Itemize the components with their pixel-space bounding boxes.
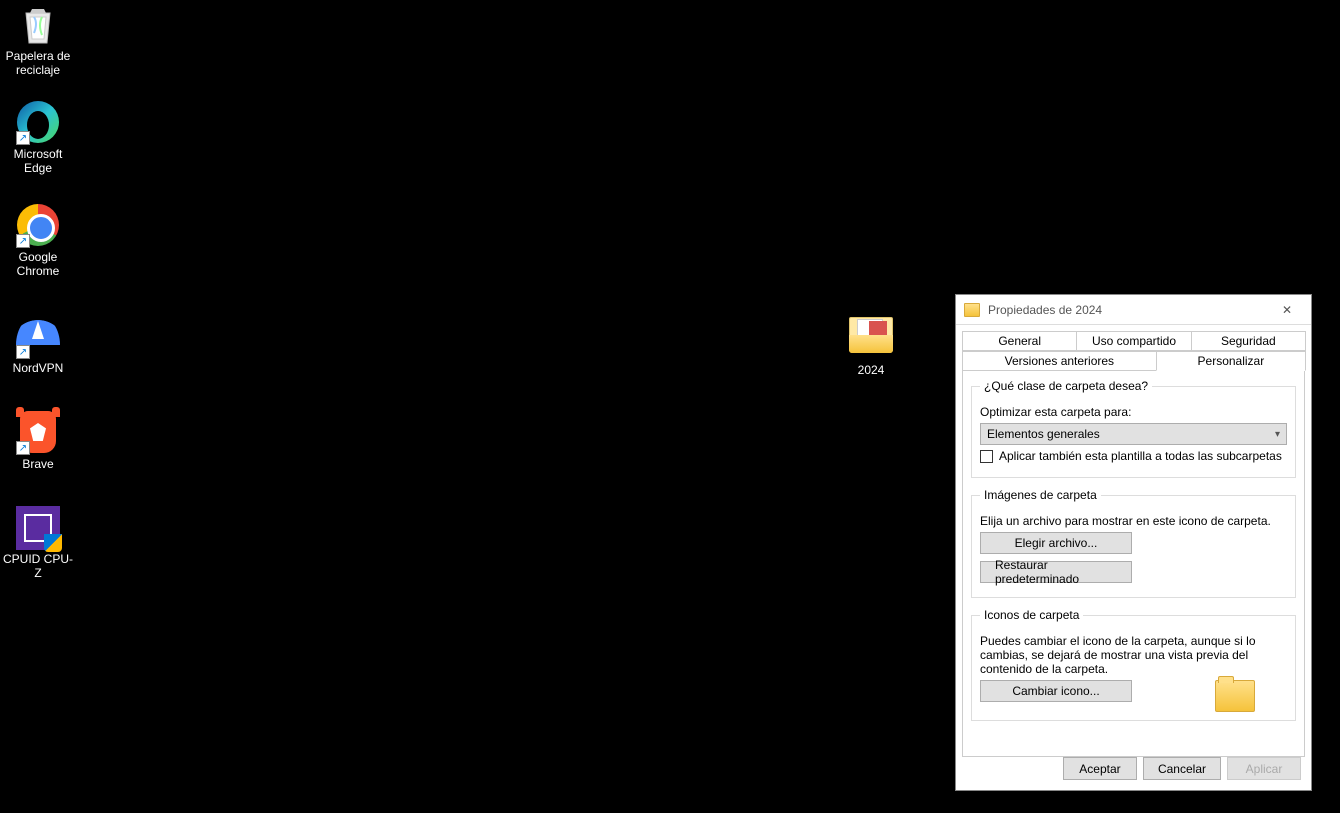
desktop-icon-label: Microsoft Edge <box>0 147 76 175</box>
close-icon: ✕ <box>1282 303 1292 317</box>
group-legend: ¿Qué clase de carpeta desea? <box>980 379 1152 393</box>
cancel-button[interactable]: Cancelar <box>1143 757 1221 780</box>
desktop-icon-label: CPUID CPU-Z <box>0 552 76 580</box>
tab-versiones-anteriores[interactable]: Versiones anteriores <box>962 351 1157 371</box>
cpuz-icon <box>16 506 60 550</box>
chevron-down-icon: ▾ <box>1275 429 1280 440</box>
checkbox-label: Aplicar también esta plantilla a todas l… <box>999 449 1282 463</box>
folder-images-hint: Elija un archivo para mostrar en este ic… <box>980 514 1287 528</box>
edge-icon: ↗ <box>16 101 60 145</box>
choose-file-button[interactable]: Elegir archivo... <box>980 532 1132 554</box>
group-folder-kind: ¿Qué clase de carpeta desea? Optimizar e… <box>971 379 1296 478</box>
desktop-icon-label: Papelera de reciclaje <box>0 49 76 77</box>
chrome-icon: ↗ <box>16 204 60 248</box>
shortcut-arrow-icon: ↗ <box>16 131 30 145</box>
tab-personalizar[interactable]: Personalizar <box>1156 351 1306 371</box>
change-icon-button[interactable]: Cambiar icono... <box>980 680 1132 702</box>
tab-body-personalizar: ¿Qué clase de carpeta desea? Optimizar e… <box>962 371 1305 757</box>
group-legend: Imágenes de carpeta <box>980 488 1101 502</box>
apply-button[interactable]: Aplicar <box>1227 757 1301 780</box>
tab-general[interactable]: General <box>962 331 1077 351</box>
nordvpn-icon: ↗ <box>16 315 60 359</box>
optimize-select[interactable]: Elementos generales ▾ <box>980 423 1287 445</box>
close-button[interactable]: ✕ <box>1267 296 1307 324</box>
select-value: Elementos generales <box>987 427 1100 441</box>
dialog-title: Propiedades de 2024 <box>988 303 1267 317</box>
optimize-label: Optimizar esta carpeta para: <box>980 405 1287 419</box>
desktop-icon-brave[interactable]: ↗ Brave <box>0 411 76 471</box>
desktop-icon-label: Brave <box>0 457 76 471</box>
desktop-icon-chrome[interactable]: ↗ Google Chrome <box>0 204 76 278</box>
restore-default-button[interactable]: Restaurar predeterminado <box>980 561 1132 583</box>
group-folder-images: Imágenes de carpeta Elija un archivo par… <box>971 488 1296 598</box>
properties-dialog: Propiedades de 2024 ✕ General Uso compar… <box>955 294 1312 791</box>
desktop-icon-nordvpn[interactable]: ↗ NordVPN <box>0 307 76 375</box>
folder-icons-hint: Puedes cambiar el icono de la carpeta, a… <box>980 634 1280 676</box>
group-legend: Iconos de carpeta <box>980 608 1083 622</box>
dialog-titlebar[interactable]: Propiedades de 2024 ✕ <box>956 295 1311 325</box>
tab-uso-compartido[interactable]: Uso compartido <box>1076 331 1191 351</box>
ok-button[interactable]: Aceptar <box>1063 757 1137 780</box>
recycle-bin-icon <box>16 3 60 47</box>
shortcut-arrow-icon: ↗ <box>16 345 30 359</box>
folder-icon-preview <box>1215 680 1255 712</box>
folder-icon <box>964 303 980 317</box>
tab-seguridad[interactable]: Seguridad <box>1191 331 1306 351</box>
group-folder-icons: Iconos de carpeta Puedes cambiar el icon… <box>971 608 1296 721</box>
dialog-footer: Aceptar Cancelar Aplicar <box>1063 757 1301 780</box>
desktop-icon-edge[interactable]: ↗ Microsoft Edge <box>0 101 76 175</box>
apply-template-checkbox[interactable]: Aplicar también esta plantilla a todas l… <box>980 449 1287 463</box>
shortcut-arrow-icon: ↗ <box>16 441 30 455</box>
desktop-icon-folder-2024[interactable]: 2024 <box>833 313 909 377</box>
shortcut-arrow-icon: ↗ <box>16 234 30 248</box>
folder-icon <box>849 317 893 361</box>
desktop-icon-label: NordVPN <box>0 361 76 375</box>
tab-strip: General Uso compartido Seguridad Version… <box>956 325 1311 371</box>
desktop-icon-label: 2024 <box>833 363 909 377</box>
desktop-icon-cpuz[interactable]: CPUID CPU-Z <box>0 506 76 580</box>
desktop-icon-recycle-bin[interactable]: Papelera de reciclaje <box>0 3 76 77</box>
brave-icon: ↗ <box>16 411 60 455</box>
checkbox-icon <box>980 450 993 463</box>
desktop-icon-label: Google Chrome <box>0 250 76 278</box>
